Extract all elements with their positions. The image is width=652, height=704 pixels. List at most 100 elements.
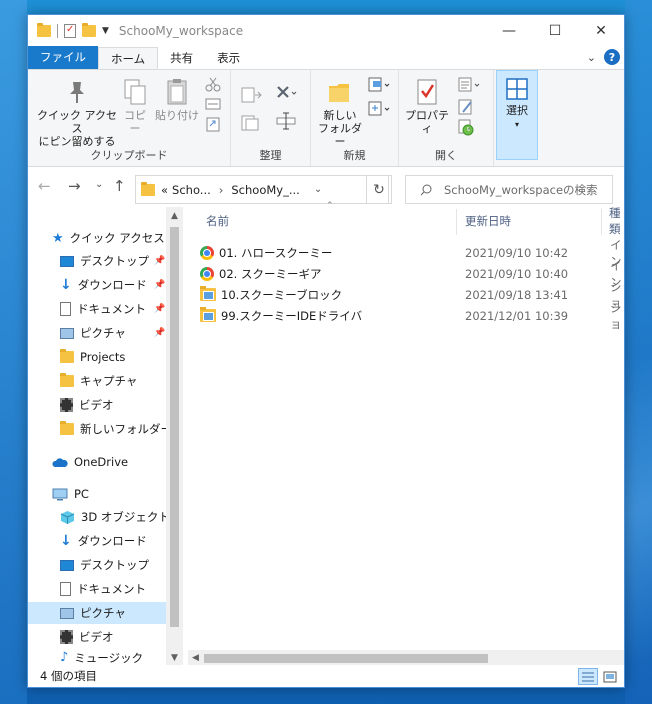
nav-item-pc-videos[interactable]: ビデオ — [60, 626, 114, 648]
file-row[interactable]: 10.スクーミーブロック 2021/09/18 13:41 ショ — [200, 280, 624, 310]
nav-item-projects[interactable]: Projects — [60, 346, 125, 368]
close-button[interactable]: ✕ — [578, 15, 624, 46]
breadcrumb-overflow[interactable]: « — [161, 183, 168, 197]
file-date: 2021/12/01 10:39 — [465, 308, 569, 323]
pin-quick-access-button[interactable]: クイック アクセス にピン留めする — [34, 78, 120, 148]
tab-share[interactable]: 共有 — [158, 47, 205, 69]
column-divider[interactable] — [601, 209, 602, 235]
copy-path-icon[interactable] — [205, 97, 221, 111]
nav-item-3d-objects[interactable]: 3D オブジェクト — [60, 506, 170, 528]
address-bar[interactable]: « Scho... › SchooMy_... ⌄ — [135, 175, 389, 204]
nav-item-pc-documents[interactable]: ドキュメント — [60, 578, 146, 600]
customize-dropdown-icon[interactable]: ▼ — [102, 26, 109, 36]
nav-item-videos[interactable]: ビデオ — [60, 394, 114, 416]
back-icon[interactable]: ← — [38, 177, 51, 195]
nav-item-pc-pictures[interactable]: ピクチャ — [28, 602, 166, 624]
recent-locations-icon[interactable]: ⌄ — [95, 179, 103, 190]
copy-button[interactable]: コピー — [120, 78, 150, 135]
column-header-date[interactable]: 更新日時 — [465, 207, 511, 235]
maximize-button[interactable]: ☐ — [532, 15, 578, 46]
tab-view[interactable]: 表示 — [205, 47, 252, 69]
file-row[interactable]: 01. ハロースクーミー 2021/09/10 10:42 イン — [200, 238, 624, 268]
paste-button[interactable]: 貼り付け — [155, 78, 199, 122]
paste-shortcut-icon[interactable] — [205, 116, 221, 132]
file-row[interactable]: 02. スクーミーギア 2021/09/10 10:40 イン — [200, 259, 624, 289]
explorer-window: ▼ SchooMy_workspace — ☐ ✕ ファイル ホーム 共有 表示… — [27, 14, 625, 688]
large-icons-view-button[interactable] — [600, 668, 620, 685]
help-icon[interactable]: ? — [604, 49, 620, 65]
scroll-up-icon[interactable]: ▲ — [166, 211, 183, 221]
delete-icon[interactable] — [275, 84, 297, 102]
minimize-button[interactable]: — — [486, 15, 532, 46]
nav-item-documents[interactable]: ドキュメント — [60, 298, 146, 320]
address-dropdown-icon[interactable]: ⌄ — [314, 184, 322, 195]
folder-icon — [60, 373, 74, 387]
open-group: プロパティ 開く — [399, 70, 494, 166]
copy-to-icon[interactable] — [241, 114, 263, 132]
video-icon — [60, 398, 73, 412]
select-dropdown-icon: ▾ — [514, 120, 519, 129]
nav-item-pc-downloads[interactable]: ↓ ダウンロード — [60, 530, 147, 552]
pin-label-line1: クイック アクセス — [37, 109, 117, 135]
ribbon-tabs: ファイル ホーム 共有 表示 ⌄ ? — [28, 46, 624, 69]
file-row[interactable]: 99.スクーミーIDEドライバ 2021/12/01 10:39 ショ — [200, 301, 624, 331]
new-folder-icon — [329, 84, 349, 102]
open-icon[interactable] — [457, 76, 483, 94]
file-date: 2021/09/10 10:42 — [465, 245, 569, 260]
nav-item-downloads[interactable]: ↓ ダウンロード — [60, 274, 147, 296]
move-to-icon[interactable] — [241, 86, 263, 104]
forward-icon[interactable]: → — [68, 177, 81, 195]
paste-icon — [167, 79, 187, 105]
column-divider[interactable] — [456, 209, 457, 235]
chevron-down-icon[interactable]: ⌄ — [587, 51, 596, 64]
column-header-name[interactable]: 名前 — [206, 207, 229, 235]
scrollbar-thumb[interactable] — [204, 654, 488, 663]
history-icon[interactable] — [457, 118, 475, 136]
nav-label: ダウンロード — [77, 278, 147, 292]
nav-item-desktop[interactable]: デスクトップ — [60, 250, 149, 272]
properties-icon — [417, 79, 437, 105]
nav-item-pictures[interactable]: ピクチャ — [60, 322, 126, 344]
file-name: 01. ハロースクーミー — [219, 245, 333, 260]
nav-item-new-folder[interactable]: 新しいフォルダー — [60, 418, 172, 440]
new-folder-icon[interactable] — [82, 22, 96, 37]
nav-item-pc-music[interactable]: ♪ ミュージック — [60, 650, 143, 664]
scroll-down-icon[interactable]: ▼ — [166, 653, 183, 663]
nav-item-capture[interactable]: キャプチャ — [60, 370, 137, 392]
up-icon[interactable]: ↑ — [113, 177, 126, 195]
refresh-button[interactable]: ↻ — [366, 175, 392, 204]
tab-home[interactable]: ホーム — [98, 47, 159, 69]
nav-pc[interactable]: PC — [52, 483, 89, 505]
edit-icon[interactable] — [457, 98, 475, 116]
new-item-icon[interactable] — [367, 76, 393, 94]
cut-icon[interactable] — [205, 76, 221, 92]
details-view-button[interactable] — [578, 668, 598, 685]
chrome-shortcut-icon — [200, 245, 214, 260]
quick-access-toolbar: ▼ — [28, 22, 109, 38]
clipboard-group-label: クリップボード — [90, 149, 168, 162]
new-folder-button[interactable]: 新しい フォルダー — [315, 78, 365, 148]
nav-item-pc-desktop[interactable]: デスクトップ — [60, 554, 149, 576]
pinned-icon: 📌 — [154, 328, 166, 338]
breadcrumb-separator[interactable]: › — [219, 183, 224, 197]
properties-button[interactable]: プロパティ — [401, 78, 453, 135]
nav-scrollbar[interactable]: ▲ ▼ — [166, 207, 183, 667]
nav-onedrive[interactable]: OneDrive — [52, 451, 128, 473]
copy-icon — [124, 79, 146, 105]
breadcrumb-item-current[interactable]: SchooMy_... — [231, 183, 299, 197]
easy-access-icon[interactable] — [367, 100, 393, 118]
select-button[interactable]: 選択 ▾ — [496, 70, 538, 160]
cube-icon — [60, 510, 75, 524]
title-bar: ▼ SchooMy_workspace — ☐ ✕ — [28, 15, 624, 46]
rename-icon[interactable] — [275, 110, 297, 132]
properties-check-icon[interactable] — [64, 23, 76, 38]
breadcrumb-item[interactable]: Scho... — [172, 183, 211, 197]
search-input[interactable]: SchooMy_workspaceの検索 — [405, 175, 613, 204]
search-placeholder: SchooMy_workspaceの検索 — [444, 182, 598, 197]
scrollbar-thumb[interactable] — [170, 227, 179, 627]
tab-file[interactable]: ファイル — [28, 46, 98, 69]
nav-quick-access[interactable]: ★ クイック アクセス — [52, 227, 165, 249]
scroll-left-icon[interactable]: ◀ — [192, 653, 199, 663]
nav-label: ビデオ — [79, 398, 114, 412]
column-header-type[interactable]: 種類 — [609, 206, 624, 236]
